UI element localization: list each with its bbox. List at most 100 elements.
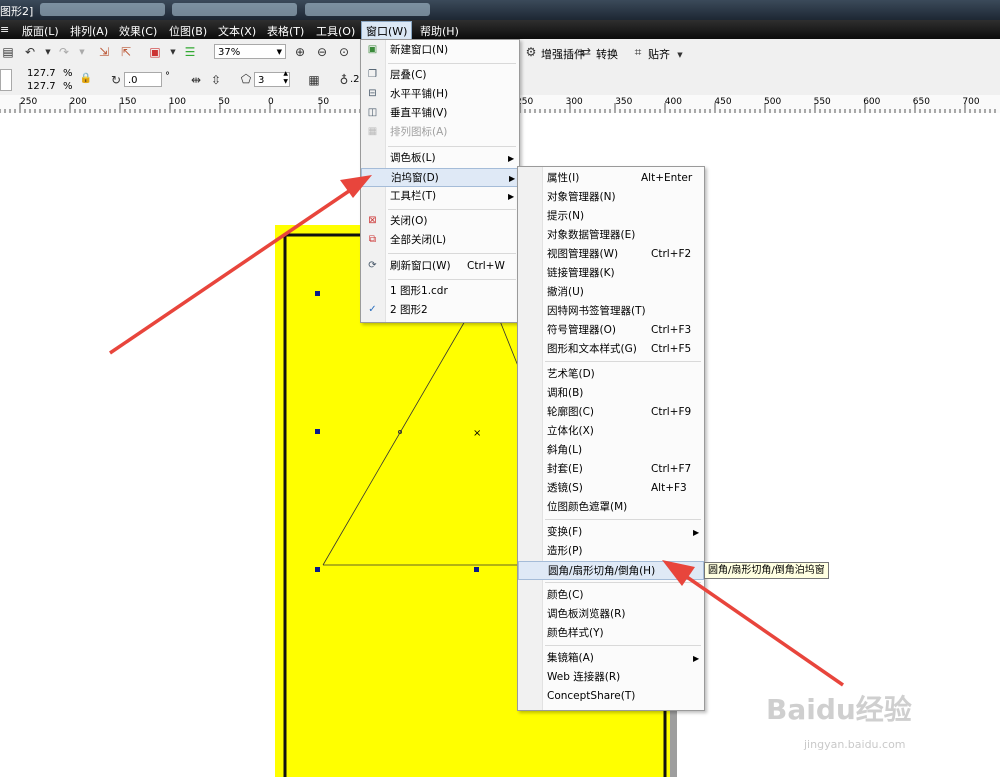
docker-menu-item[interactable]: 斜角(L) [518, 441, 704, 460]
docker-menu-item[interactable]: 位图颜色遮罩(M) [518, 498, 704, 517]
stepper-icon[interactable]: ▲ ▼ [283, 70, 288, 86]
docker-menu-item[interactable]: 对象管理器(N) [518, 188, 704, 207]
chevron-down-icon[interactable]: ▼ [74, 44, 90, 60]
menu-tools[interactable]: 工具(O) [316, 23, 355, 39]
docker-menu-item[interactable]: 属性(I) Alt+Enter [518, 169, 704, 188]
lock-ratio-icon[interactable]: 🔒 [78, 71, 94, 87]
chevron-down-icon[interactable]: ▼ [40, 44, 56, 60]
window-menu-arrange-icons[interactable]: ▦ 排列图标(A) [361, 123, 519, 142]
docker-menu-item[interactable]: 造形(P) [518, 542, 704, 561]
window-menu-cascade[interactable]: ❐ 层叠(C) [361, 66, 519, 85]
background-tab[interactable] [172, 3, 297, 16]
snap-icon: ⌗ [634, 45, 642, 59]
window-menu-tile-vertical[interactable]: ◫ 垂直平铺(V) [361, 104, 519, 123]
docker-menu-item[interactable]: 撤消(U) [518, 283, 704, 302]
docker-menu-item[interactable]: 链接管理器(K) [518, 264, 704, 283]
menu-window[interactable]: 窗口(W) [361, 21, 413, 41]
scale-width-field[interactable]: 127.7 [24, 68, 60, 80]
window-menu-color-palettes[interactable]: 调色板(L) ▶ [361, 149, 519, 168]
snap-button[interactable]: 贴齐 [648, 46, 670, 62]
menu-help[interactable]: 帮助(H) [420, 23, 459, 39]
docker-menu-item[interactable]: 轮廓图(C) Ctrl+F9 [518, 403, 704, 422]
docker-menu-item-label: 提示(N) [547, 210, 585, 222]
rotation-angle-field[interactable]: .0 [124, 72, 162, 87]
chevron-down-icon[interactable]: ▼ [165, 44, 181, 60]
docker-menu-item[interactable]: Web 连接器(R) [518, 668, 704, 687]
selection-handle[interactable] [474, 567, 479, 572]
window-menu-refresh[interactable]: ⟳ 刷新窗口(W) Ctrl+W [361, 257, 519, 276]
polygon-icon: ⬠ [240, 72, 252, 86]
window-menu-close[interactable]: ⊠ 关闭(O) [361, 212, 519, 231]
docker-menu-item[interactable]: 图形和文本样式(G) Ctrl+F5 [518, 340, 704, 359]
undo-icon[interactable]: ↶ [22, 44, 38, 60]
docker-menu-item[interactable]: 集镜箱(A) ▶ [518, 649, 704, 668]
polygon-sides-field[interactable]: 3 ▲ ▼ [254, 70, 290, 87]
selection-handle[interactable] [315, 567, 320, 572]
app-icon[interactable]: ≡ [0, 23, 9, 36]
ruler-label: 250 [20, 97, 38, 107]
chevron-down-icon[interactable]: ▼ [672, 47, 688, 63]
zoom-in-icon[interactable]: ⊕ [292, 44, 308, 60]
window-menu-doc-1[interactable]: 1 图形1.cdr [361, 282, 519, 301]
scale-height-field[interactable]: 127.7 [24, 81, 60, 93]
docker-menu-item[interactable]: 对象数据管理器(E) [518, 226, 704, 245]
docker-menu-item[interactable]: 提示(N) [518, 207, 704, 226]
docker-menu-item[interactable]: 颜色(C) [518, 586, 704, 605]
docker-menu-item[interactable]: 立体化(X) [518, 422, 704, 441]
position-field[interactable] [0, 69, 12, 91]
export-icon[interactable]: ⇱ [118, 44, 134, 60]
rotate-icon: ↻ [110, 73, 122, 87]
menu-shortcut: Ctrl+W [467, 260, 505, 272]
window-menu-new-window[interactable]: ▣ 新建窗口(N) [361, 41, 519, 60]
menu-arrange[interactable]: 排列(A) [70, 23, 108, 39]
docker-menu-item[interactable]: 视图管理器(W) Ctrl+F2 [518, 245, 704, 264]
convert-button[interactable]: 转换 [596, 46, 618, 62]
window-menu-tile-horizontal[interactable]: ⊟ 水平平铺(H) [361, 85, 519, 104]
docker-menu-item[interactable]: 封套(E) Ctrl+F7 [518, 460, 704, 479]
docker-menu-item[interactable]: 调色板浏览器(R) [518, 605, 704, 624]
zoom-level-select[interactable]: 37% ▼ [214, 44, 286, 59]
docker-menu-item-label: 透镜(S) [547, 482, 583, 494]
docker-menu-item[interactable]: 调和(B) [518, 384, 704, 403]
submenu-arrow-icon: ▶ [693, 654, 700, 663]
publish-icon[interactable]: ▣ [147, 44, 163, 60]
docker-menu-item[interactable]: ConceptShare(T) [518, 687, 704, 706]
window-menu-dockers[interactable]: 泊坞窗(D) ▶ [361, 168, 519, 187]
docker-menu-item[interactable]: 圆角/扇形切角/倒角(H) [518, 561, 704, 580]
import-icon[interactable]: ⇲ [96, 44, 112, 60]
menu-layout[interactable]: 版面(L) [22, 23, 59, 39]
ruler-label: 350 [615, 97, 633, 107]
redo-icon[interactable]: ↷ [56, 44, 72, 60]
docker-menu-item[interactable]: 艺术笔(D) [518, 365, 704, 384]
mirror-vertical-icon[interactable]: ⇳ [208, 72, 224, 88]
menu-bar: ≡ 版面(L) 排列(A) 效果(C) 位图(B) 文本(X) 表格(T) 工具… [0, 20, 1000, 41]
dockers-submenu: 属性(I) Alt+Enter 对象管理器(N) 提示(N) 对象数据管理器(E) 视图管… [517, 166, 705, 711]
window-menu-toolbars[interactable]: 工具栏(T) ▶ [361, 187, 519, 206]
background-tab[interactable] [40, 3, 165, 16]
zoom-out-icon[interactable]: ⊖ [314, 44, 330, 60]
menu-table[interactable]: 表格(T) [267, 23, 304, 39]
center-marker-icon[interactable]: × [473, 428, 481, 439]
selection-handle[interactable] [315, 429, 320, 434]
menu-effects[interactable]: 效果(C) [119, 23, 157, 39]
docker-menu-item[interactable]: 颜色样式(Y) [518, 624, 704, 643]
docker-menu-item[interactable]: 透镜(S) Alt+F3 [518, 479, 704, 498]
print-icon[interactable]: ▤ [0, 44, 16, 60]
background-tab[interactable] [305, 3, 430, 16]
menu-bitmaps[interactable]: 位图(B) [169, 23, 207, 39]
selection-handle[interactable] [315, 291, 320, 296]
docker-menu-item-label: 圆角/扇形切角/倒角(H) [548, 565, 656, 577]
docker-menu-item[interactable]: 因特网书签管理器(T) [518, 302, 704, 321]
options-icon[interactable]: ☰ [182, 44, 198, 60]
docker-menu-item[interactable]: 变换(F) ▶ [518, 523, 704, 542]
zoom-fit-icon[interactable]: ⊙ [336, 44, 352, 60]
mirror-horizontal-icon[interactable]: ⇹ [188, 72, 204, 88]
window-menu-doc-2[interactable]: ✓ 2 图形2 [361, 301, 519, 320]
convert-icon: ⇄ [580, 45, 592, 59]
menu-text[interactable]: 文本(X) [218, 23, 256, 39]
menu-separator [545, 519, 701, 520]
window-menu-close-all[interactable]: ⧉ 全部关闭(L) [361, 231, 519, 250]
ruler-label: 0 [268, 97, 274, 107]
wrap-text-icon[interactable]: ▦ [306, 72, 322, 88]
docker-menu-item[interactable]: 符号管理器(O) Ctrl+F3 [518, 321, 704, 340]
